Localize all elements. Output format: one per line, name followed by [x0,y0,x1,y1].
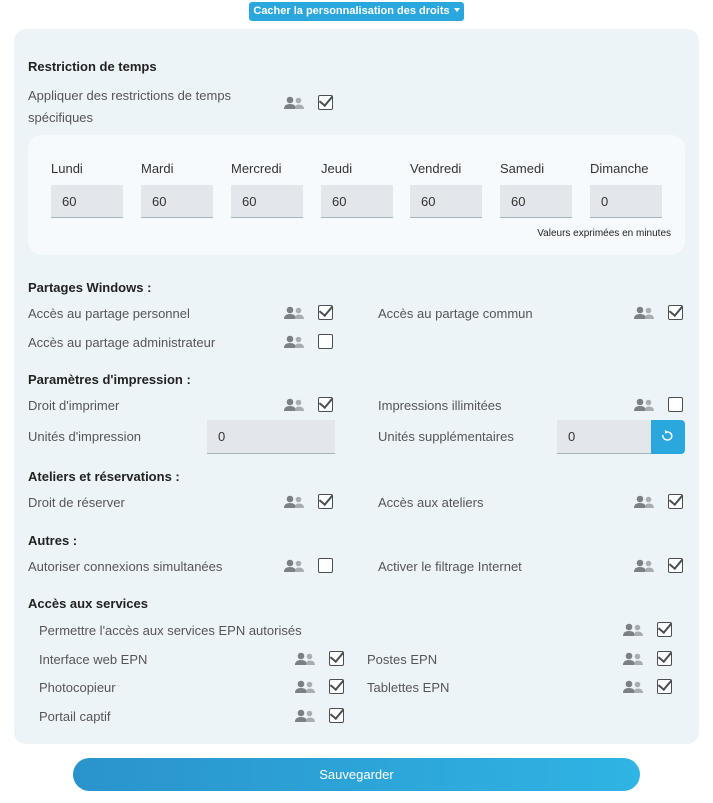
day-label-vendredi: Vendredi [410,161,462,176]
users-icon[interactable] [284,495,304,509]
photocopier-label: Photocopieur [39,680,116,695]
others-title: Autres : [28,533,78,548]
workshops-access-checkbox[interactable] [668,494,683,509]
posts-checkbox[interactable] [657,651,672,666]
users-icon[interactable] [295,709,315,723]
day-label-lundi: Lundi [51,161,83,176]
day-input-lundi[interactable] [51,185,123,218]
simultaneous-connections-label: Autoriser connexions simultanées [28,559,223,574]
users-icon[interactable] [284,96,304,110]
internet-filtering-label: Activer le filtrage Internet [378,559,522,574]
users-icon[interactable] [284,398,304,412]
extra-units-label: Unités supplémentaires [378,429,514,444]
personal-share-checkbox[interactable] [318,305,333,320]
simultaneous-connections-checkbox[interactable] [318,558,333,573]
captive-portal-checkbox[interactable] [329,708,344,723]
users-icon[interactable] [284,559,304,573]
users-icon[interactable] [623,680,643,694]
admin-share-label: Accès au partage administrateur [28,335,216,350]
captive-portal-label: Portail captif [39,709,111,724]
day-label-mercredi: Mercredi [231,161,282,176]
day-input-jeudi[interactable] [321,185,393,218]
print-right-checkbox[interactable] [318,397,333,412]
users-icon[interactable] [634,559,654,573]
common-share-label: Accès au partage commun [378,306,533,321]
users-icon[interactable] [623,623,643,637]
refresh-icon [662,430,673,441]
day-label-samedi: Samedi [500,161,545,176]
day-input-mercredi[interactable] [231,185,303,218]
users-icon[interactable] [295,652,315,666]
hide-rights-label: Cacher la personnalisation des droits [253,5,450,17]
web-interface-checkbox[interactable] [329,651,344,666]
personal-share-label: Accès au partage personnel [28,306,190,321]
reserve-right-checkbox[interactable] [318,494,333,509]
common-share-checkbox[interactable] [668,305,683,320]
users-icon[interactable] [623,652,643,666]
allow-services-checkbox[interactable] [657,622,672,637]
apply-time-restrictions-checkbox[interactable] [318,95,333,110]
unlimited-prints-checkbox[interactable] [668,397,683,412]
photocopier-checkbox[interactable] [329,679,344,694]
days-box: Lundi Mardi Mercredi Jeudi Vendredi Same… [28,135,685,255]
services-title: Accès aux services [28,596,148,611]
users-icon[interactable] [634,398,654,412]
windows-shares-title: Partages Windows : [28,280,152,295]
extra-units-input[interactable] [557,420,651,454]
day-input-mardi[interactable] [141,185,213,218]
day-input-dimanche[interactable] [590,185,662,218]
day-input-vendredi[interactable] [410,185,482,218]
tablets-label: Tablettes EPN [367,680,450,695]
caret-down-icon [453,8,460,12]
internet-filtering-checkbox[interactable] [668,558,683,573]
workshops-title: Ateliers et réservations : [28,469,180,484]
allow-services-label: Permettre l'accès aux services EPN autor… [39,623,302,638]
day-label-dimanche: Dimanche [590,161,649,176]
admin-share-checkbox[interactable] [318,334,333,349]
minutes-note: Valeurs exprimées en minutes [537,228,671,239]
day-label-jeudi: Jeudi [321,161,353,176]
time-restriction-title: Restriction de temps [28,59,157,74]
apply-time-restrictions-label: Appliquer des restrictions de temps spéc… [28,88,232,125]
print-units-input[interactable] [207,420,335,454]
workshops-access-label: Accès aux ateliers [378,495,484,510]
users-icon[interactable] [634,306,654,320]
reserve-right-label: Droit de réserver [28,495,125,510]
day-input-samedi[interactable] [500,185,572,218]
tablets-checkbox[interactable] [657,679,672,694]
posts-label: Postes EPN [367,652,438,667]
hide-rights-toggle[interactable]: Cacher la personnalisation des droits [249,2,464,21]
save-button[interactable]: Sauvegarder [73,758,640,791]
users-icon[interactable] [284,306,304,320]
users-icon[interactable] [295,680,315,694]
print-right-label: Droit d'imprimer [28,398,120,413]
rights-panel: Restriction de temps Appliquer des restr… [14,29,699,744]
users-icon[interactable] [284,335,304,349]
print-units-label: Unités d'impression [28,429,142,444]
users-icon[interactable] [634,495,654,509]
day-label-mardi: Mardi [141,161,174,176]
web-interface-label: Interface web EPN [39,652,148,667]
refresh-button[interactable] [651,420,685,454]
unlimited-prints-label: Impressions illimitées [378,398,502,413]
printing-title: Paramètres d'impression : [28,372,191,387]
